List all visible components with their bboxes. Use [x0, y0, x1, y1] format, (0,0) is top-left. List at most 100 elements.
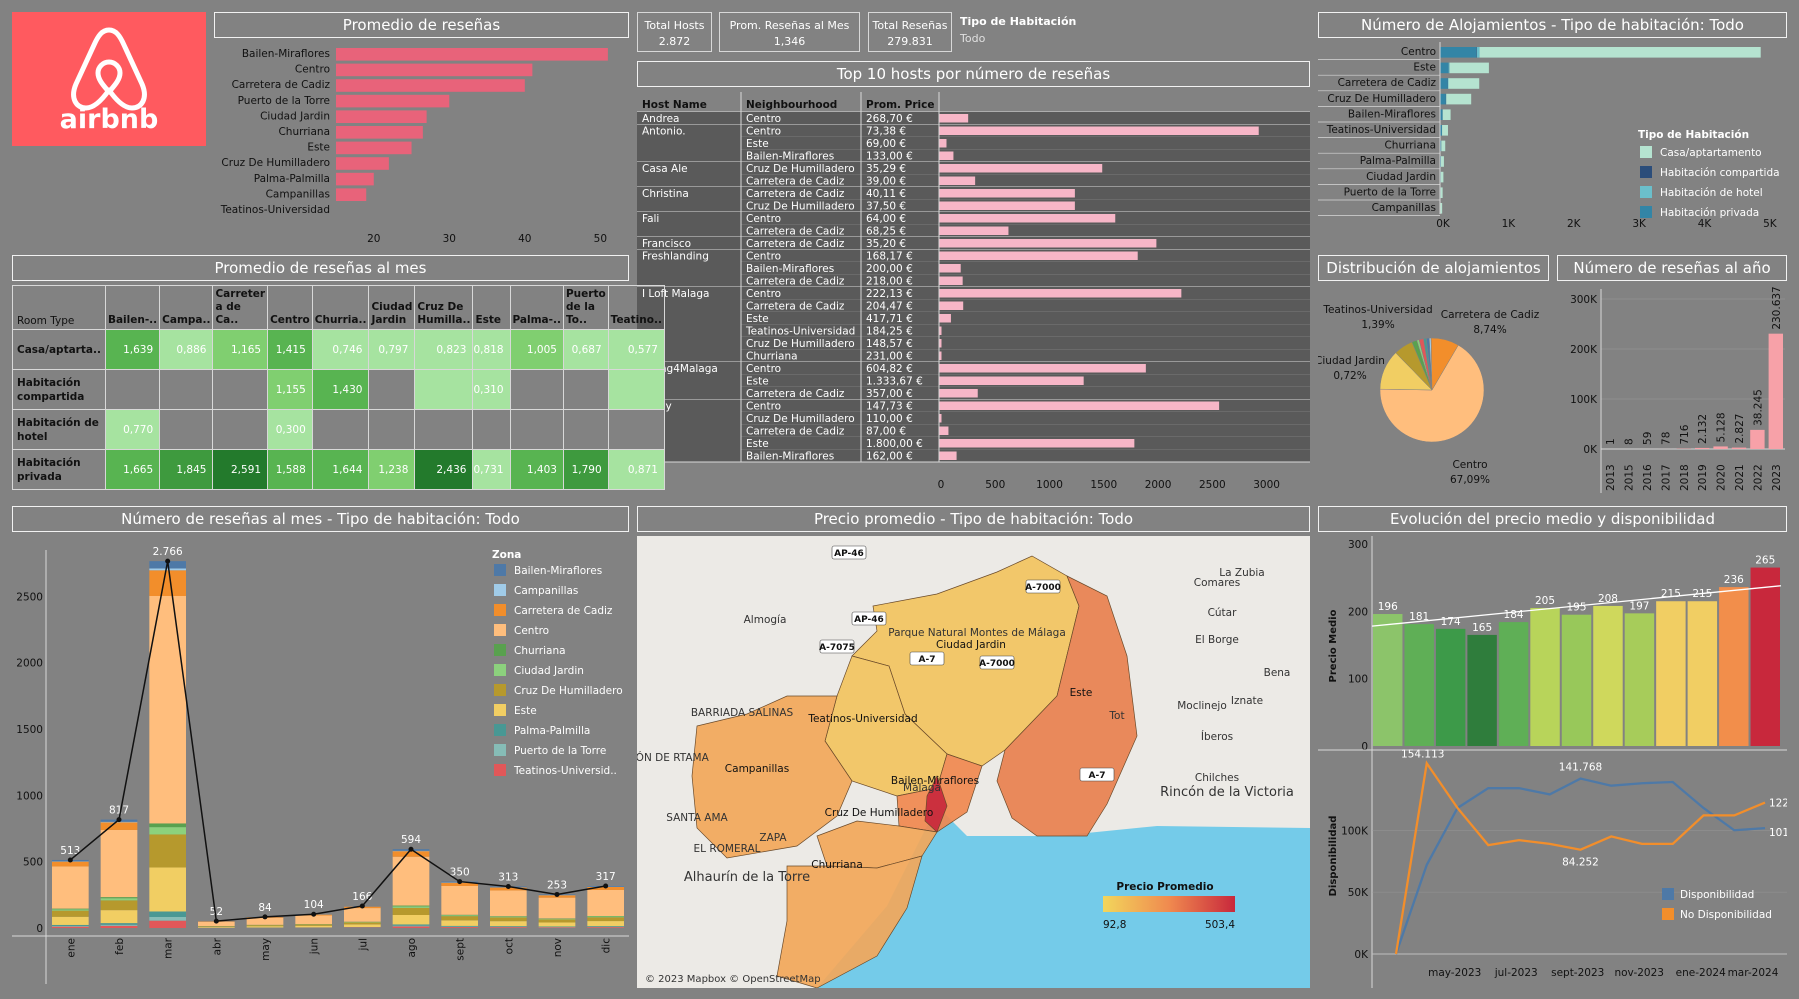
bar — [1687, 601, 1718, 746]
category-label: Campanillas — [1372, 202, 1436, 214]
data-annotation: 84.252 — [1562, 857, 1599, 869]
place-label: Almogía — [744, 614, 787, 626]
logo-text: airbnb — [59, 104, 159, 135]
price: 39,00 € — [866, 176, 906, 188]
legend-max: 503,4 — [1205, 919, 1235, 931]
row-label: Habitación compartida — [12, 369, 106, 410]
neighbourhood: Carretera de Cadiz — [746, 426, 845, 438]
legend-label: Bailen-Miraflores — [514, 565, 602, 577]
price: 1.333,67 € — [866, 376, 923, 388]
heatmap-cell: 1,403 — [509, 449, 564, 490]
heatmap-cell: 0,731 — [472, 449, 511, 490]
place-label: Parque Natural Montes de Málaga — [888, 627, 1066, 639]
category-label: Palma-Palmilla — [254, 173, 330, 185]
price: 268,70 € — [866, 113, 913, 125]
neighbourhood: Este — [746, 438, 769, 450]
room-type-filter[interactable]: Tipo de Habitación Todo — [960, 13, 1076, 47]
data-label: 205 — [1535, 595, 1555, 607]
bar — [939, 239, 1157, 248]
bar-segment — [149, 823, 186, 828]
accommodations-chart: Centro Este Carretera de Cadiz Cruz De Humi… — [1318, 42, 1780, 230]
heatmap-cell — [607, 369, 665, 410]
district-label: Ciudad Jardin — [936, 639, 1006, 651]
tick-label: 0 — [938, 479, 945, 491]
neighbourhood: Carretera de Cadiz — [746, 276, 845, 288]
neighbourhood: Centro — [746, 401, 781, 413]
data-label: 2.766 — [153, 546, 183, 558]
legend-swatch — [494, 724, 506, 736]
total-point — [554, 891, 560, 897]
neighbourhood: Carretera de Cadiz — [746, 188, 845, 200]
bar-segment — [490, 890, 527, 917]
bar-segment — [52, 908, 89, 910]
category-label: dic — [601, 938, 613, 954]
bar-segment — [587, 917, 624, 922]
category-label: 2018 — [1679, 464, 1691, 491]
bar-segment — [149, 827, 186, 835]
total-point — [457, 879, 463, 885]
bar-segment — [100, 900, 138, 911]
category-label: may — [260, 938, 272, 961]
place-label: Alhaurín de la Torre — [684, 870, 810, 885]
heatmap-cell: 1,845 — [159, 449, 214, 490]
neighbourhood: Carretera de Cadiz — [746, 226, 845, 238]
bar-segment — [1440, 93, 1446, 105]
bar-segment — [52, 916, 89, 925]
road-label: A-7 — [919, 655, 936, 665]
bar-segment — [100, 897, 138, 899]
heatmap-cell — [414, 409, 474, 450]
panel-title: Top 10 hosts por número de reseñas — [637, 61, 1310, 87]
reviews-month-chart: 0 500 1000 1500 2000 2500 513 ene 817 feb 2.766 mar… — [12, 546, 629, 984]
tick-label: 1000 — [16, 790, 43, 802]
legend-label: Disponibilidad — [1680, 889, 1754, 901]
bar-segment — [344, 908, 381, 922]
kpi-label: Total Hosts — [644, 19, 705, 32]
price: 231,00 € — [866, 351, 913, 363]
kpi-label: Total Reseñas — [872, 19, 948, 32]
heatmap-cell: 2,591 — [212, 449, 269, 490]
bar — [939, 376, 1084, 385]
column-header: Palma-.. — [509, 285, 564, 330]
kpi-value: 1,346 — [773, 35, 806, 48]
reviews-year-chart: 0K 100K 200K 300K 1 2013 8 2015 59 2016 78 2017 716 2… — [1570, 286, 1785, 493]
reviews-year-panel: Número de reseñas al año 0K 100K 200K 300K 1… — [1557, 255, 1787, 496]
legend-title: Zona — [492, 549, 521, 561]
host-name: Freshlanding — [642, 251, 709, 263]
column-header: Neighbourhood — [746, 99, 837, 111]
heatmap-cell — [311, 409, 370, 450]
category-label: sept — [455, 938, 467, 961]
place-label: Tot — [1108, 710, 1124, 722]
data-label: 253 — [547, 879, 567, 891]
category-label: 2022 — [1752, 464, 1764, 491]
bar-segment — [100, 822, 138, 830]
legend-title: Tipo de Habitación — [1638, 129, 1749, 141]
road-label: AP-46 — [854, 615, 884, 625]
bar-segment — [392, 906, 430, 908]
bar-segment — [295, 924, 332, 926]
road-label: A-7000 — [1025, 583, 1061, 593]
tick-label: 20 — [367, 233, 380, 242]
bar — [1750, 567, 1780, 746]
legend-label: Puerto de la Torre — [514, 745, 606, 757]
tick-label: 0 — [36, 923, 43, 935]
data-label: 236 — [1724, 574, 1744, 586]
bar-segment — [1440, 78, 1448, 89]
host-name: Antonio. — [642, 126, 686, 138]
legend-label: Churriana — [514, 645, 566, 657]
accommodations-panel: Número de Alojamientos - Tipo de habitac… — [1318, 12, 1787, 244]
bar-segment — [344, 924, 381, 928]
price-map[interactable]: Ciudad Jardin Este Teatinos-Universidad Cam… — [637, 536, 1310, 988]
category-label: abr — [211, 937, 223, 955]
bar-segment — [538, 922, 576, 927]
column-header: Puerto de la To.. — [562, 285, 609, 330]
category-label: 2023 — [1771, 464, 1783, 491]
reviews-month-panel: Número de reseñas al mes - Tipo de habit… — [12, 506, 629, 988]
tick-label: 2000 — [1145, 479, 1172, 491]
row-bg — [741, 312, 1310, 325]
heatmap-cell — [509, 409, 564, 450]
neighbourhood: Centro — [746, 213, 781, 225]
tick-label: ene-2024 — [1676, 967, 1726, 979]
bar — [939, 364, 1146, 373]
place-label: Cútar — [1208, 607, 1238, 619]
axis-label: Disponibilidad — [1328, 816, 1339, 897]
